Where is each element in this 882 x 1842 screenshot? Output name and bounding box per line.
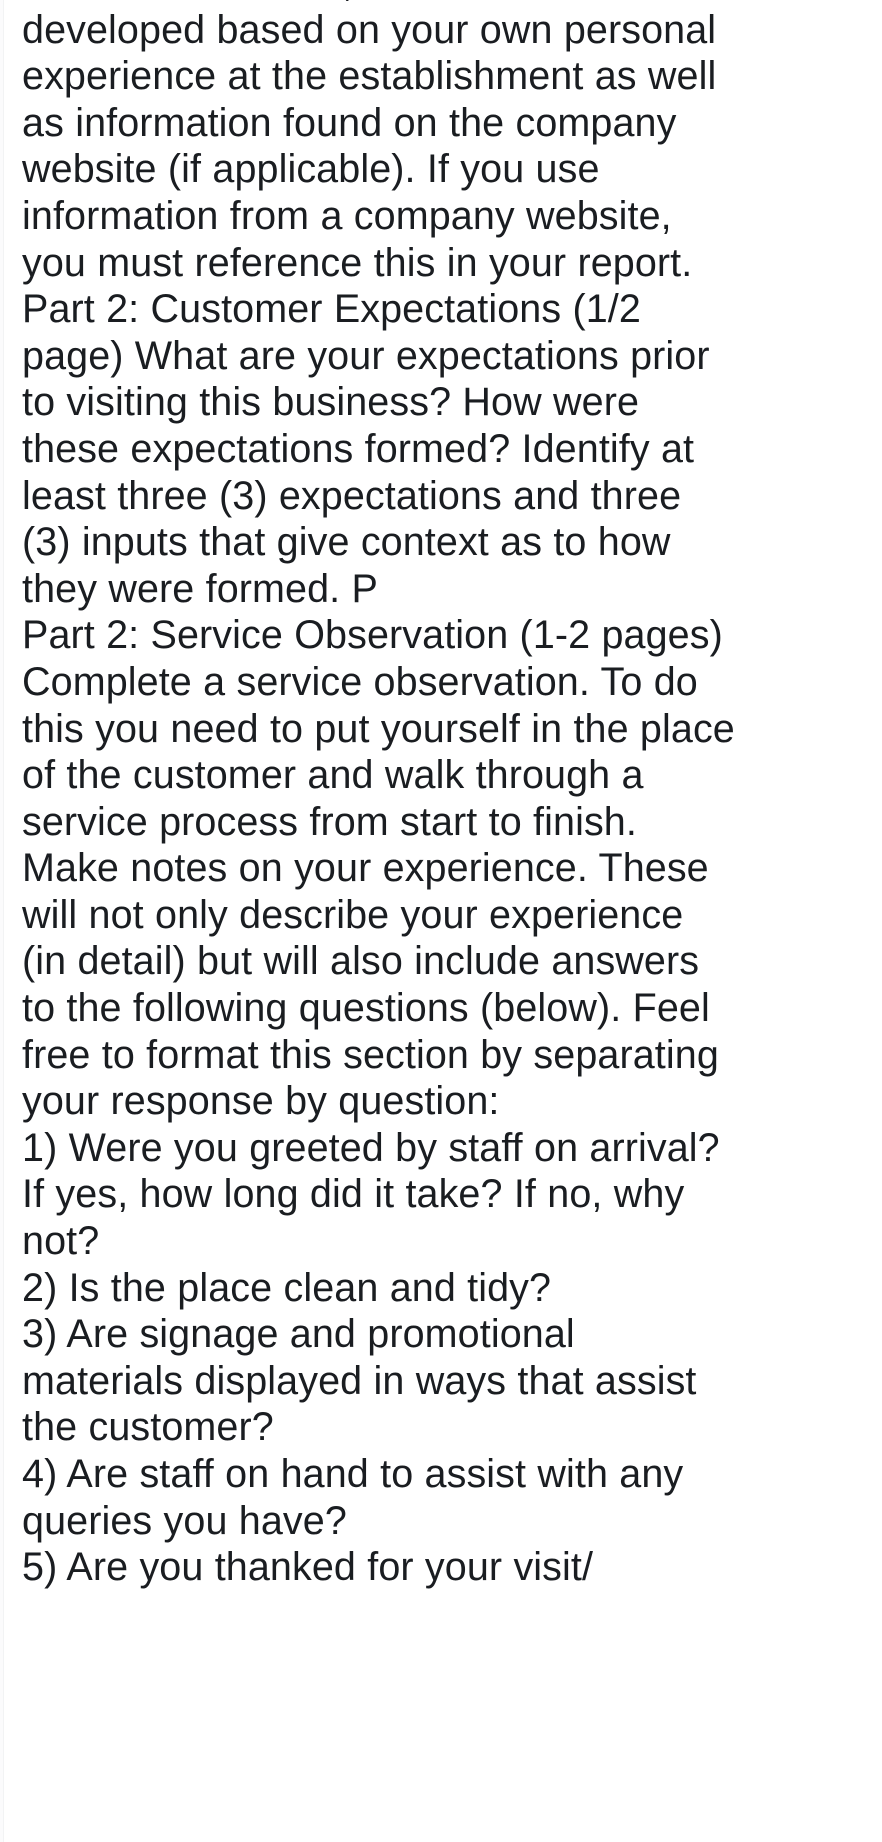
document-text-body: mission statement, etc. This can be deve… xyxy=(22,0,738,1591)
list-item-question-4: 4) Are staff on hand to assist with any … xyxy=(22,1452,695,1543)
document-viewport: mission statement, etc. This can be deve… xyxy=(0,0,882,1842)
paragraph-part-2-customer-expectations: Part 2: Customer Expectations (1/2 page)… xyxy=(22,287,721,611)
list-item-question-3: 3) Are signage and promotional materials… xyxy=(22,1312,708,1450)
paragraph-intro-company-background: mission statement, etc. This can be deve… xyxy=(22,0,717,285)
page-left-edge xyxy=(0,0,4,1842)
list-item-question-1: 1) Were you greeted by staff on arrival?… xyxy=(22,1125,732,1264)
list-item-question-2: 2) Is the place clean and tidy? xyxy=(22,1265,552,1310)
list-item-question-5: 5) Are you thanked for your visit/ xyxy=(22,1545,594,1590)
paragraph-part-2-service-observation: Part 2: Service Observation (1-2 pages) … xyxy=(22,613,747,1124)
